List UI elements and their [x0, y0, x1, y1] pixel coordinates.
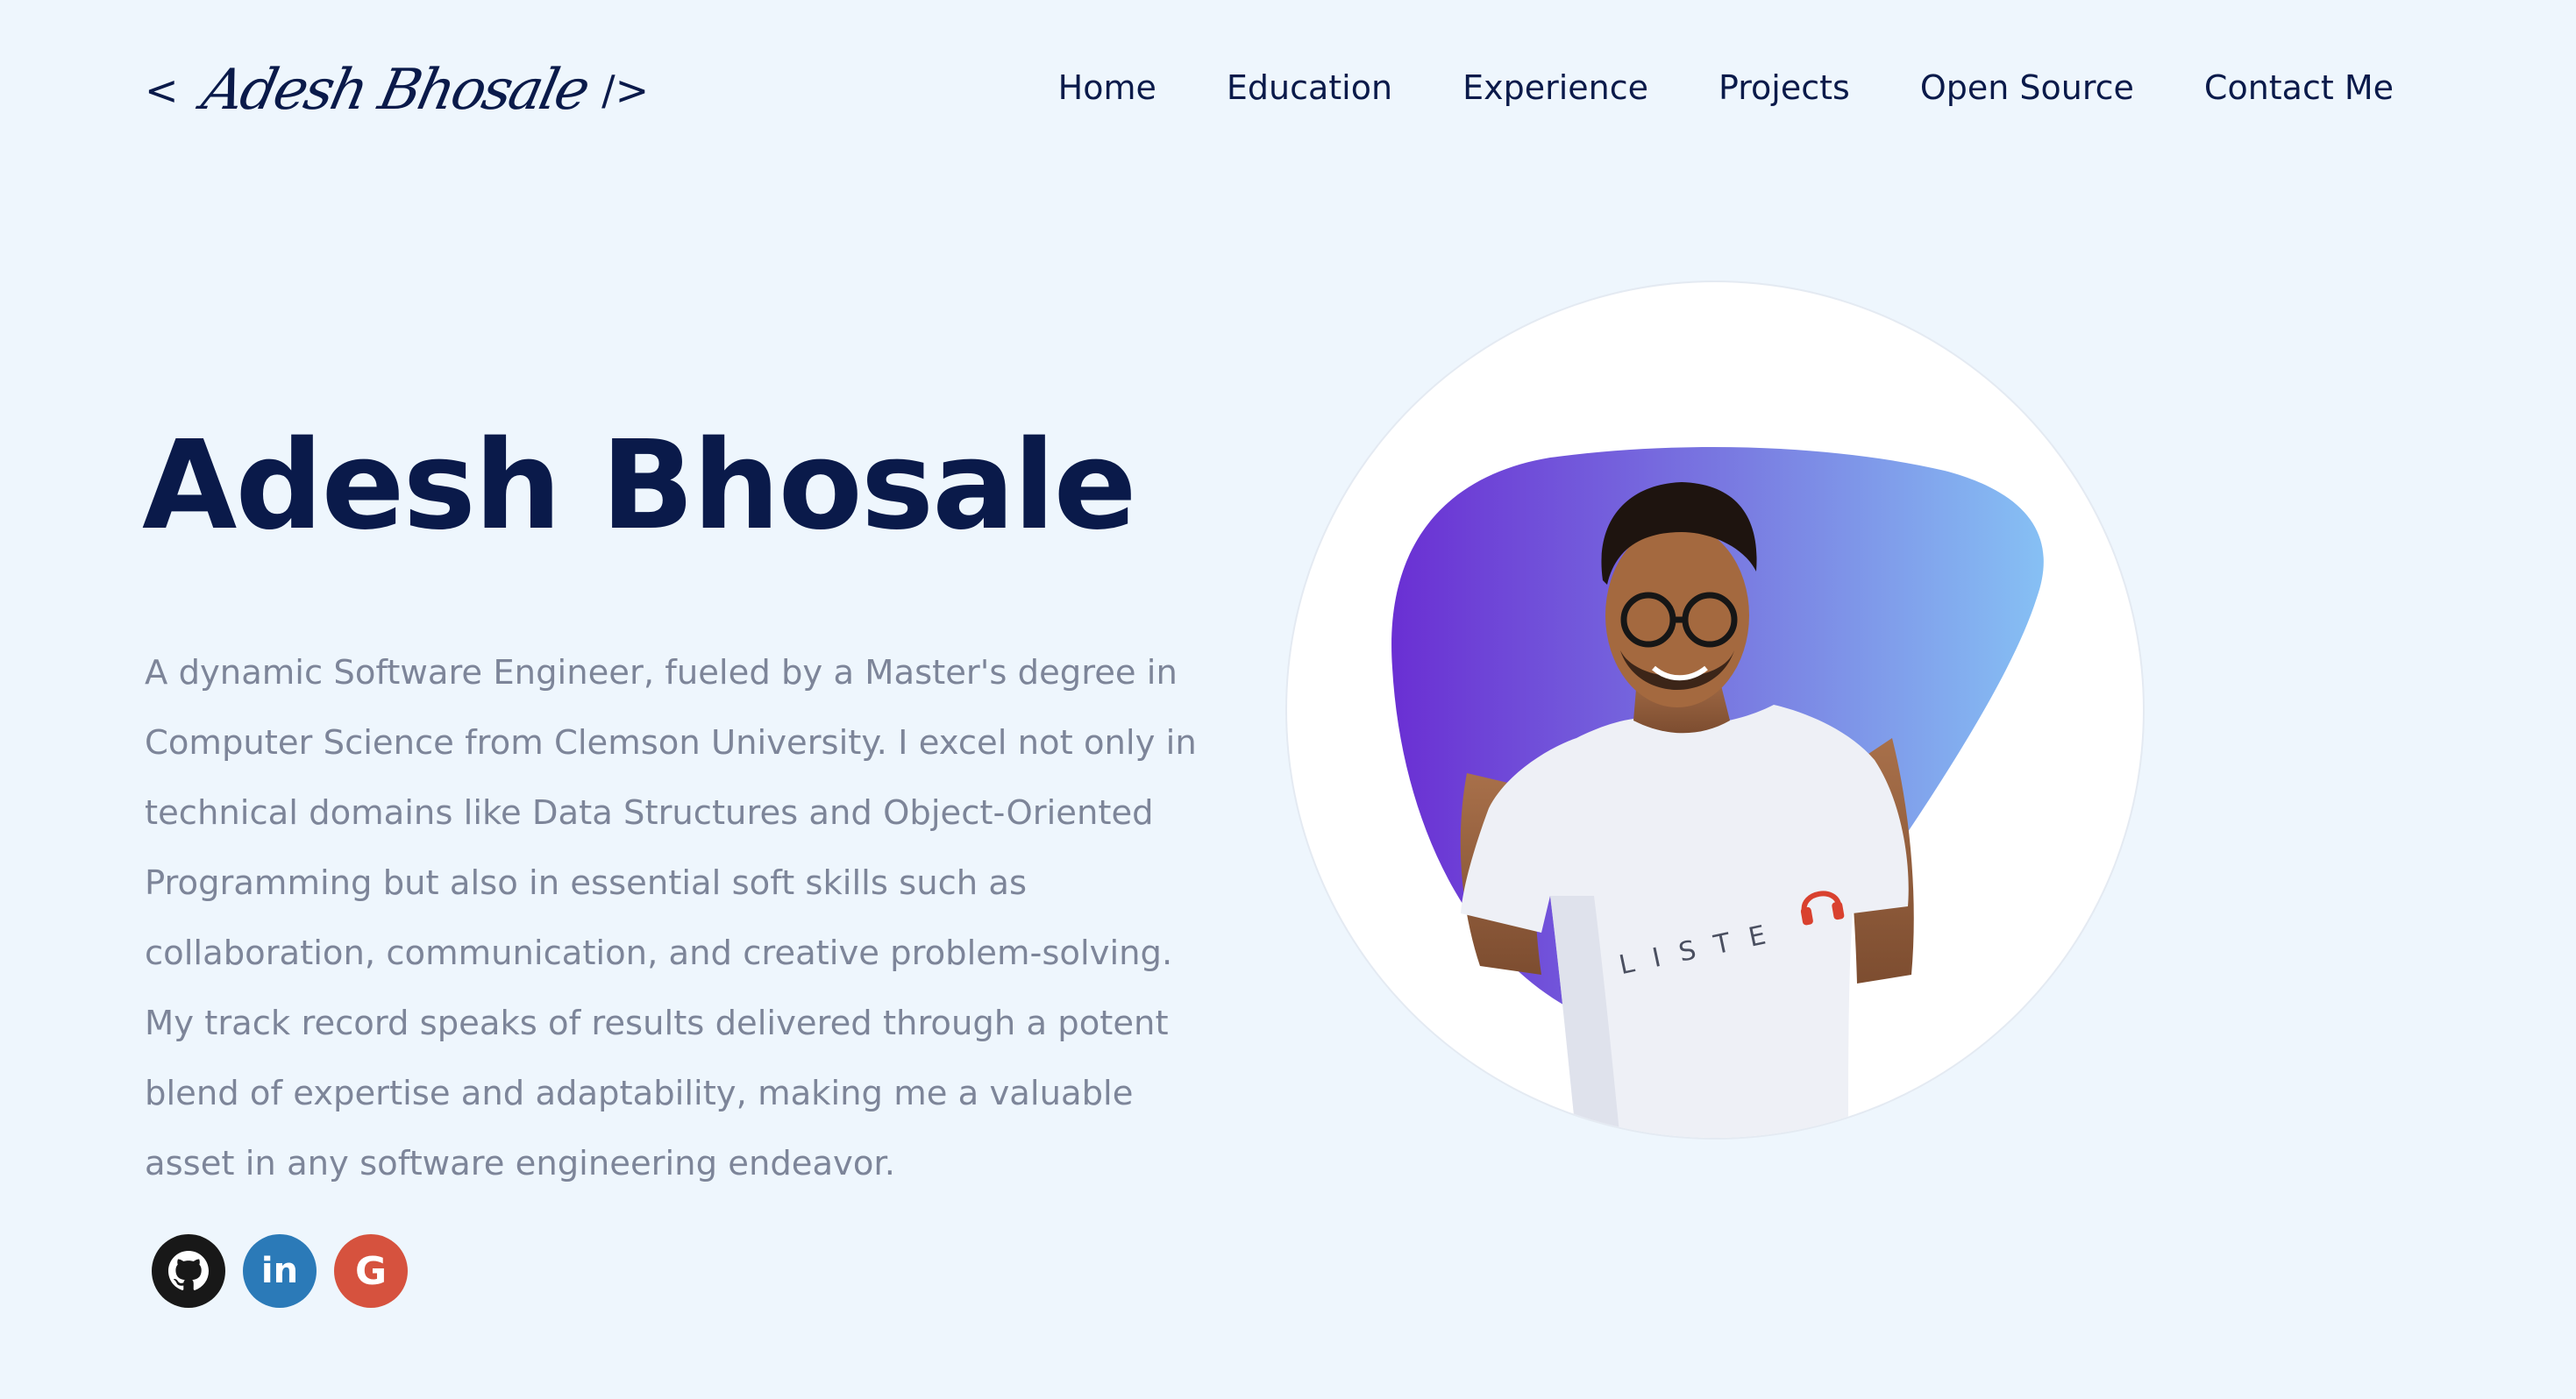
social-links: in G	[152, 1234, 408, 1308]
nav-experience[interactable]: Experience	[1462, 68, 1648, 107]
hero-title: Adesh Bhosale	[142, 415, 1137, 557]
nav-education[interactable]: Education	[1227, 68, 1392, 107]
portrait-illustration: LISTE	[1391, 447, 2044, 1138]
nav-projects[interactable]: Projects	[1719, 68, 1850, 107]
nav-open-source[interactable]: Open Source	[1920, 68, 2134, 107]
site-header: < Adesh Bhosale /> Home Education Experi…	[0, 0, 2576, 175]
nav-home[interactable]: Home	[1058, 68, 1156, 107]
nav-contact-me[interactable]: Contact Me	[2204, 68, 2394, 107]
google-icon: G	[354, 1248, 388, 1294]
tshirt	[1461, 705, 1909, 1138]
linkedin-button[interactable]: in	[243, 1234, 317, 1308]
main-nav: Home Education Experience Projects Open …	[1058, 68, 2394, 107]
github-button[interactable]	[152, 1234, 225, 1308]
google-button[interactable]: G	[334, 1234, 408, 1308]
logo-close-bracket: />	[601, 67, 650, 114]
github-icon	[168, 1251, 209, 1290]
hero-description: A dynamic Software Engineer, fueled by a…	[145, 653, 1197, 1183]
logo-open-bracket: <	[145, 67, 179, 114]
site-logo[interactable]: < Adesh Bhosale />	[145, 51, 649, 130]
profile-portrait: LISTE	[1287, 282, 2143, 1138]
logo-signature: Adesh Bhosale	[196, 58, 594, 123]
linkedin-icon: in	[260, 1251, 299, 1291]
